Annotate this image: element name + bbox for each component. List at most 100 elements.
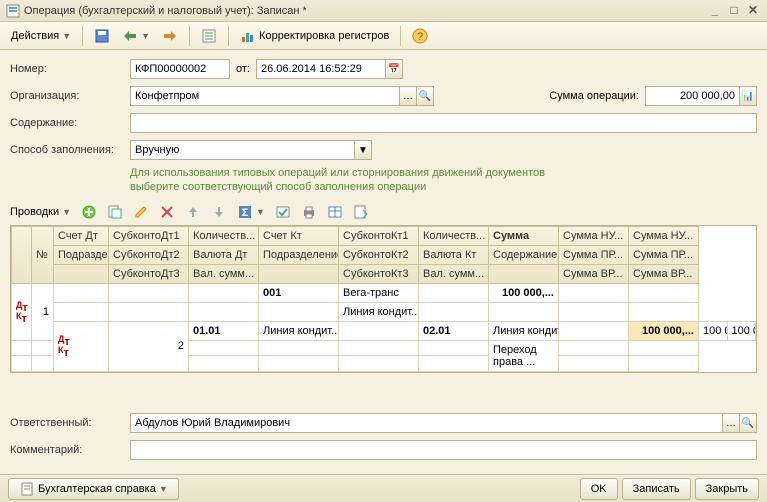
cell[interactable]	[629, 340, 699, 356]
movement2-icon[interactable]	[157, 25, 183, 47]
cell-kt[interactable]: 001	[259, 283, 339, 302]
col-dt[interactable]: Счет Дт	[54, 226, 109, 245]
cell[interactable]	[189, 356, 259, 372]
cell[interactable]	[32, 340, 54, 356]
check-icon[interactable]	[271, 201, 295, 223]
edit-icon[interactable]	[129, 201, 153, 223]
save-button[interactable]: Записать	[622, 478, 691, 500]
cell-n[interactable]: 2	[109, 321, 189, 371]
number-input[interactable]: КФП00000002	[130, 59, 230, 79]
col-sumpr[interactable]: Сумма ПР...	[559, 245, 629, 264]
cell[interactable]	[559, 356, 629, 372]
cell[interactable]	[189, 340, 259, 356]
cell[interactable]	[259, 356, 339, 372]
cell-dt[interactable]: 01.01	[189, 321, 259, 340]
cell-kt[interactable]: 02.01	[419, 321, 489, 340]
add-icon[interactable]	[77, 201, 101, 223]
cell[interactable]	[189, 302, 259, 321]
cell[interactable]	[629, 356, 699, 372]
cell-dt[interactable]	[54, 283, 109, 302]
cell[interactable]: Линия кондит...	[339, 302, 419, 321]
org-search-button[interactable]: 🔍	[416, 86, 434, 106]
col-sumpr2[interactable]: Сумма ПР...	[629, 245, 699, 264]
content-input[interactable]	[130, 113, 757, 133]
postings-grid[interactable]: № Счет Дт СубконтоДт1 Количеств... Счет …	[10, 225, 757, 373]
col-subkt1[interactable]: СубконтоКт1	[339, 226, 419, 245]
minimize-button[interactable]: _	[707, 4, 723, 18]
cell[interactable]	[629, 283, 699, 302]
fill-dropdown-button[interactable]: ▼	[354, 140, 372, 160]
resp-search-button[interactable]: 🔍	[739, 413, 757, 433]
print-icon[interactable]	[297, 201, 321, 223]
cell[interactable]	[189, 283, 259, 302]
col-n[interactable]: №	[32, 226, 54, 283]
cell[interactable]	[339, 340, 419, 356]
cell[interactable]	[559, 302, 629, 321]
col-valsum[interactable]: Вал. сумм...	[189, 264, 259, 283]
cell[interactable]: 100 000,00	[727, 321, 756, 340]
col-qty[interactable]: Количеств...	[189, 226, 259, 245]
col-sumvr2[interactable]: Сумма ВР...	[629, 264, 699, 283]
cell[interactable]: Линия кондит...	[259, 321, 339, 340]
copy-icon[interactable]	[103, 201, 127, 223]
col-subdt1[interactable]: СубконтоДт1	[109, 226, 189, 245]
export-icon[interactable]	[349, 201, 373, 223]
cell[interactable]	[559, 340, 629, 356]
comm-input[interactable]	[130, 440, 757, 460]
cell[interactable]	[259, 340, 339, 356]
movedown-icon[interactable]	[207, 201, 231, 223]
ok-button[interactable]: OK	[580, 478, 618, 500]
col-sumnu2[interactable]: Сумма НУ...	[629, 226, 699, 245]
cell-cont[interactable]: Переход права ...	[489, 340, 559, 371]
actions-menu[interactable]: Действия▼	[6, 25, 76, 47]
list-icon[interactable]	[196, 25, 222, 47]
delete-icon[interactable]	[155, 201, 179, 223]
col-subdt3[interactable]: СубконтоДт3	[109, 264, 189, 283]
postings-menu[interactable]: Проводки▼	[6, 201, 75, 223]
cell[interactable]	[559, 321, 629, 340]
resp-select-button[interactable]: …	[722, 413, 740, 433]
cell[interactable]	[339, 356, 419, 372]
col-subkt3[interactable]: СубконтоКт3	[339, 264, 419, 283]
col-sum[interactable]: Сумма	[489, 226, 559, 245]
report-button[interactable]: Бухгалтерская справка ▼	[8, 478, 179, 500]
moveup-icon[interactable]	[181, 201, 205, 223]
col-subkt2[interactable]: СубконтоКт2	[339, 245, 419, 264]
org-select-button[interactable]: …	[399, 86, 417, 106]
close-form-button[interactable]: Закрыть	[695, 478, 759, 500]
cell-sum[interactable]: 100 000,...	[489, 283, 559, 302]
col-valkt[interactable]: Валюта Кт	[419, 245, 489, 264]
cell[interactable]	[559, 283, 629, 302]
col-valdt[interactable]: Валюта Дт	[189, 245, 259, 264]
col-sumnu[interactable]: Сумма НУ...	[559, 226, 629, 245]
col-kt[interactable]: Счет Кт	[259, 226, 339, 245]
date-picker-button[interactable]: 📅	[385, 59, 403, 79]
help-icon[interactable]: ?	[407, 25, 433, 47]
maximize-button[interactable]: □	[726, 4, 742, 18]
cell[interactable]	[12, 340, 32, 356]
cell-sum-selected[interactable]: 100 000,...	[629, 321, 699, 340]
col-cont[interactable]: Содержание	[489, 245, 559, 264]
col-subdt2[interactable]: СубконтоДт2	[109, 245, 189, 264]
cell[interactable]	[109, 302, 189, 321]
col-podr[interactable]: Подразде... Дт	[54, 245, 109, 264]
col-qtykt[interactable]: Количеств...	[419, 226, 489, 245]
date-input[interactable]: 26.06.2014 16:52:29	[256, 59, 386, 79]
col-podrkt[interactable]: Подразделение Кт	[259, 245, 339, 264]
resp-input[interactable]: Абдулов Юрий Владимирович	[130, 413, 723, 433]
cell[interactable]: 100 000,00	[699, 321, 728, 340]
cell[interactable]	[259, 302, 339, 321]
cell[interactable]	[32, 356, 54, 372]
org-input[interactable]: Конфетпром	[130, 86, 400, 106]
col-valsum2[interactable]: Вал. сумм...	[419, 264, 489, 283]
close-button[interactable]: ✕	[745, 4, 761, 18]
cell[interactable]	[419, 302, 489, 321]
cell[interactable]	[419, 356, 489, 372]
cell[interactable]: Вега-транс	[339, 283, 419, 302]
cell[interactable]	[12, 356, 32, 372]
cell[interactable]	[54, 302, 109, 321]
cell[interactable]: Линия кондит...	[489, 321, 559, 340]
cell[interactable]	[419, 340, 489, 356]
save-icon[interactable]	[89, 25, 115, 47]
cell[interactable]	[629, 302, 699, 321]
